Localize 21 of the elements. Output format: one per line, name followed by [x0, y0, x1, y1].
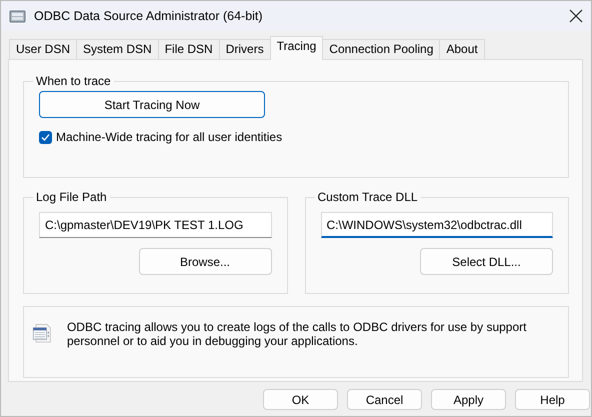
- checkbox[interactable]: [39, 130, 52, 144]
- checkbox-label[interactable]: Machine-Wide tracing for all user identities: [56, 130, 282, 144]
- tab[interactable]: About: [439, 39, 485, 59]
- app-icon: [9, 8, 26, 24]
- apply-button[interactable]: Apply: [431, 389, 506, 410]
- description-text: ODBC tracing allows you to create logs of the calls to ODBC drivers for use by support personnel or to aid you in debugging your applications.: [66, 320, 528, 348]
- start-tracing-button[interactable]: Start Tracing Now: [39, 91, 265, 118]
- group-title: When to trace: [35, 74, 112, 88]
- group-title: Custom Trace DLL: [316, 190, 419, 204]
- select-dll-button[interactable]: Select DLL...: [420, 248, 553, 275]
- ok-button[interactable]: OK: [263, 389, 338, 410]
- browse-button[interactable]: Browse...: [138, 248, 272, 275]
- path-field[interactable]: C:\WINDOWS\system32\odbctrac.dll: [320, 212, 553, 238]
- tab[interactable]: Tracing: [270, 36, 324, 60]
- group-title: Log File Path: [35, 190, 108, 204]
- tab[interactable]: User DSN: [9, 39, 78, 59]
- help-button[interactable]: Help: [515, 389, 590, 410]
- path-field[interactable]: C:\gpmaster\DEV19\PK TEST 1.LOG: [39, 212, 272, 238]
- cancel-button[interactable]: Cancel: [347, 389, 422, 410]
- close-icon[interactable]: [569, 9, 583, 23]
- window-title: ODBC Data Source Administrator (64-bit): [34, 9, 263, 23]
